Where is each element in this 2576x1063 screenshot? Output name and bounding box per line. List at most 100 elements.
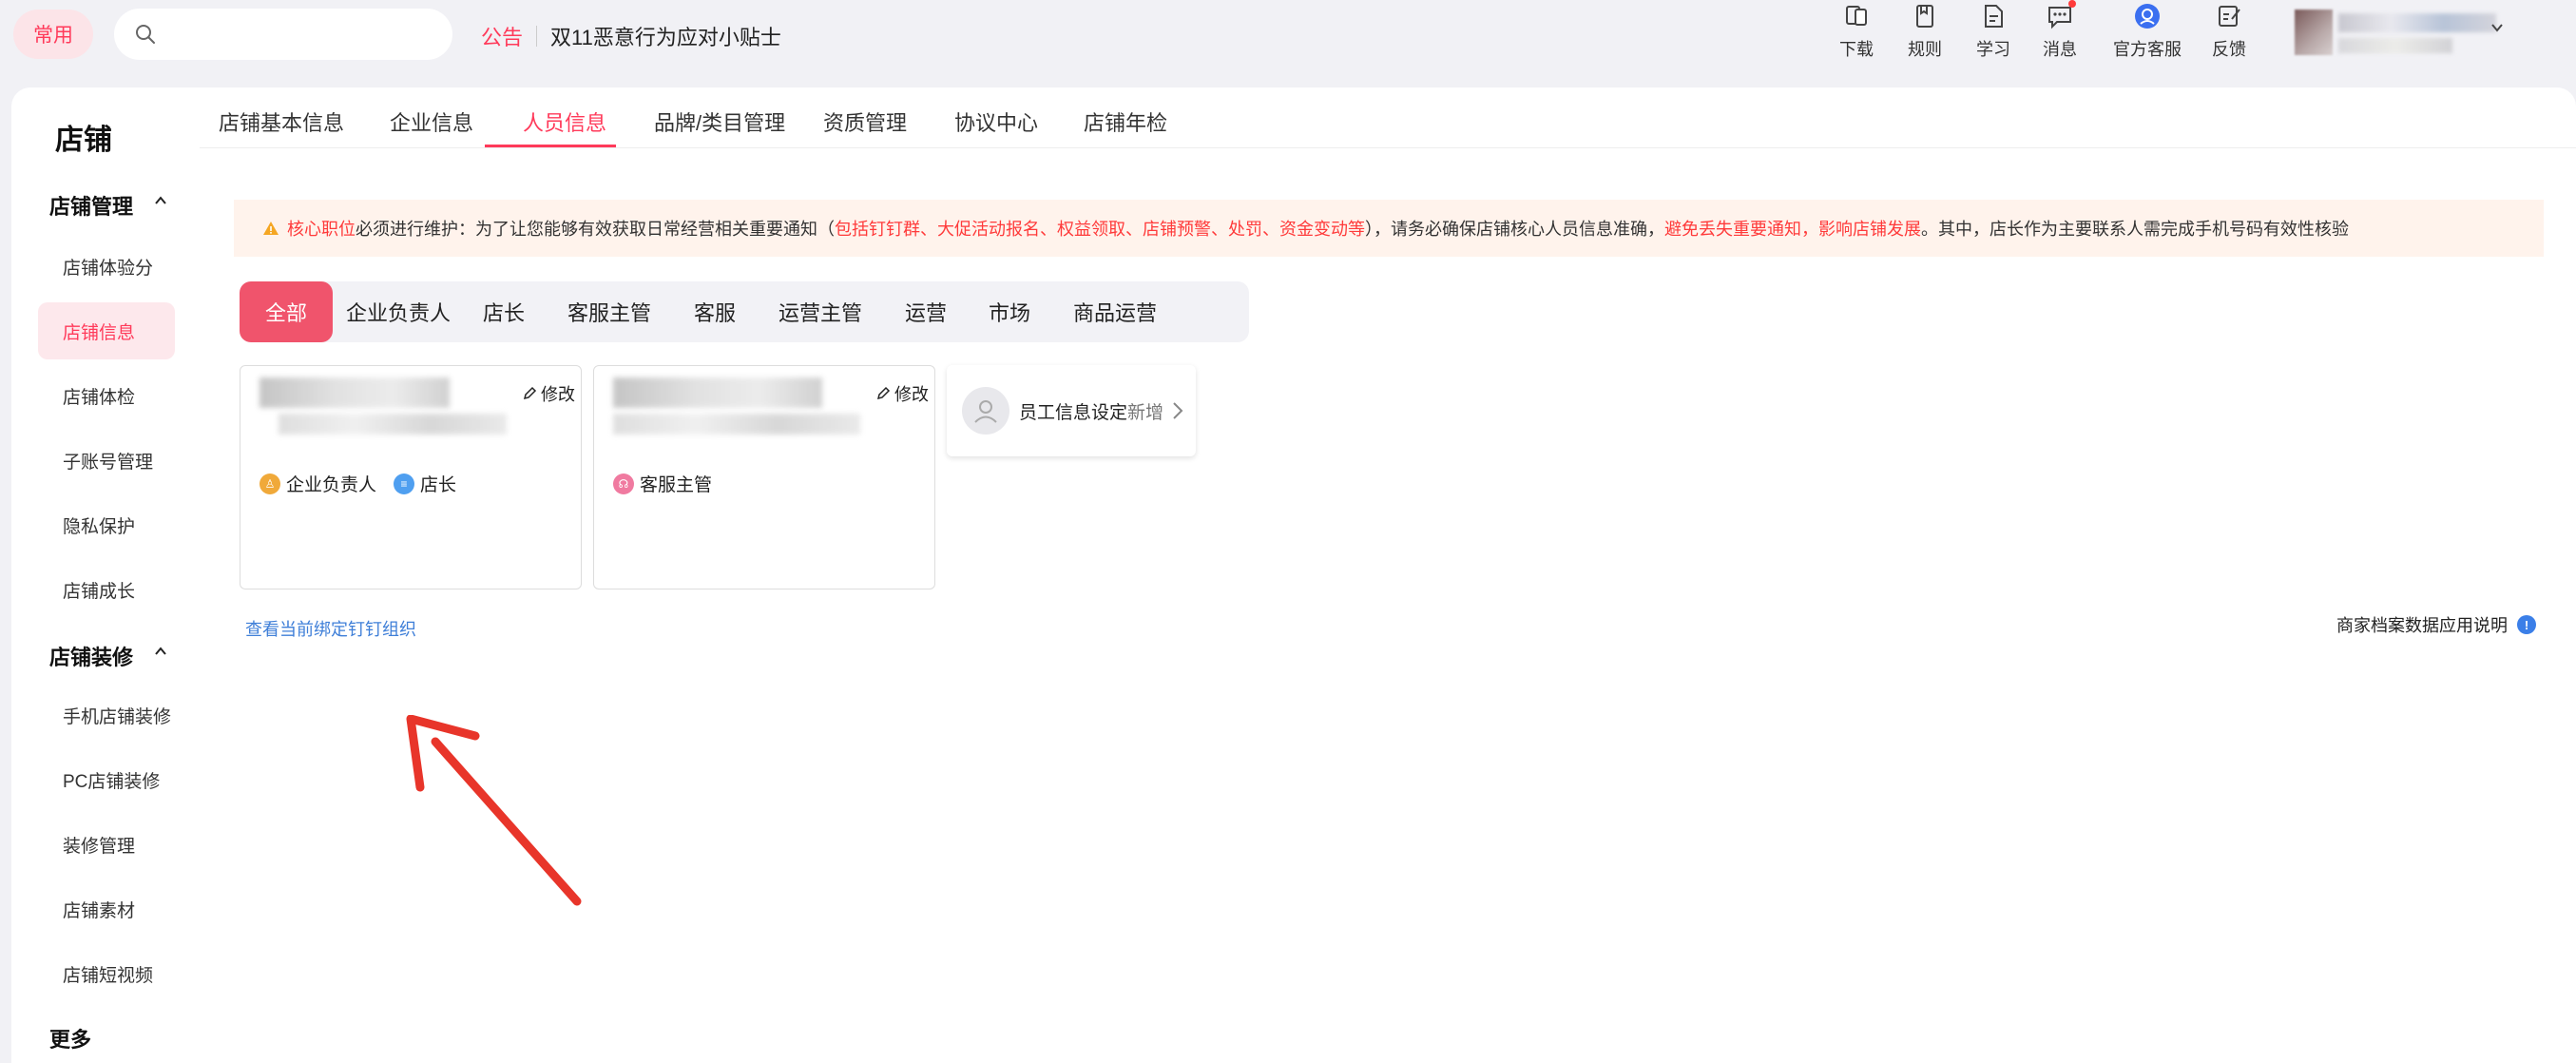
filter-product-ops[interactable]: 商品运营 (1055, 281, 1175, 342)
sidebar-item-shop-checkup[interactable]: 店铺体检 (38, 367, 175, 424)
sidebar-item-shop-info[interactable]: 店铺信息 (38, 302, 175, 359)
message-label: 消息 (2043, 40, 2077, 59)
warning-icon (263, 222, 279, 235)
message-badge (2068, 0, 2076, 8)
sidebar-item-short-video[interactable]: 店铺短视频 (38, 945, 175, 1002)
tab-agreements[interactable]: 协议中心 (954, 106, 1038, 137)
archive-data-link[interactable]: 商家档案数据应用说明 ! (2336, 612, 2536, 637)
warning-highlight-1: 包括钉钉群、大促活动报名、权益领取、店铺预警、处罚、资金变动等 (835, 220, 1365, 239)
service-label: 官方客服 (2113, 40, 2182, 59)
tab-annual-check[interactable]: 店铺年检 (1084, 106, 1167, 137)
role-label: 店长 (420, 475, 457, 495)
tab-company-info[interactable]: 企业信息 (390, 106, 473, 137)
pencil-icon (876, 386, 891, 400)
role-tag: ☊ 客服主管 (613, 471, 712, 496)
download-icon (1846, 6, 1867, 26)
chevron-up-icon[interactable] (154, 194, 167, 207)
sidebar-group-shop-management[interactable]: 店铺管理 (49, 190, 166, 221)
pencil-icon (523, 386, 537, 400)
search-input[interactable] (165, 23, 432, 46)
rules-label: 规则 (1908, 40, 1942, 59)
chevron-right-icon (1173, 402, 1183, 419)
filter-cs-supervisor[interactable]: 客服主管 (549, 281, 669, 342)
user-account[interactable] (2295, 10, 2504, 57)
warning-text-2: ），请务必确保店铺核心人员信息准确， (1365, 220, 1664, 239)
learn-button[interactable]: 学习 (1955, 0, 2031, 61)
sidebar-group-label: 店铺装修 (49, 646, 134, 669)
edit-label: 修改 (894, 385, 929, 404)
edit-button[interactable]: 修改 (522, 381, 575, 406)
staff-name-redacted (613, 377, 822, 408)
sidebar-group-decoration[interactable]: 店铺装修 (49, 641, 166, 671)
user-name-redacted (2338, 13, 2496, 32)
sidebar-item-experience-score[interactable]: 店铺体验分 (38, 238, 175, 295)
warning-banner: 核心职位 必须进行维护：为了让您能够有效获取日常经营相关重要通知（ 包括钉钉群、… (234, 200, 2544, 257)
sidebar-item-sub-accounts[interactable]: 子账号管理 (38, 432, 175, 489)
filter-operations[interactable]: 运营 (888, 281, 964, 342)
dingtalk-org-link[interactable]: 查看当前绑定钉钉组织 (245, 616, 416, 641)
filter-customer-service[interactable]: 客服 (677, 281, 753, 342)
archive-data-label: 商家档案数据应用说明 (2336, 616, 2508, 635)
sidebar-item-pc-decoration[interactable]: PC店铺装修 (38, 751, 175, 808)
tab-qualification[interactable]: 资质管理 (823, 106, 907, 137)
service-button[interactable]: 官方客服 (2109, 0, 2185, 61)
download-label: 下载 (1839, 40, 1874, 59)
filter-marketing[interactable]: 市场 (971, 281, 1048, 342)
sidebar-group-label: 更多 (49, 1028, 92, 1052)
feedback-button[interactable]: 反馈 (2191, 0, 2267, 61)
tab-basic-info[interactable]: 店铺基本信息 (219, 106, 344, 137)
download-button[interactable]: 下载 (1818, 0, 1894, 61)
sidebar-item-growth[interactable]: 店铺成长 (38, 561, 175, 618)
list-icon: ≡ (394, 473, 415, 494)
role-label: 客服主管 (640, 475, 713, 495)
sidebar-item-mobile-decoration[interactable]: 手机店铺装修 (38, 686, 175, 744)
main-panel: 店铺 店铺管理 店铺体验分 店铺信息 店铺体检 子账号管理 隐私保护 店铺成长 … (11, 87, 2576, 1063)
tab-staff-info[interactable]: 人员信息 (523, 106, 606, 137)
add-staff-label: 员工信息设定 (1019, 402, 1128, 423)
add-staff-action: 新增 (1127, 402, 1164, 423)
staff-card[interactable]: 修改 ♙ 企业负责人 ≡ 店长 (240, 365, 582, 589)
info-icon[interactable]: ! (2517, 615, 2536, 634)
filter-all[interactable]: 全部 (240, 281, 333, 342)
avatar-placeholder-icon (962, 387, 1009, 435)
avatar (2295, 10, 2333, 55)
tab-bar: 店铺基本信息 企业信息 人员信息 品牌/类目管理 资质管理 协议中心 店铺年检 (200, 87, 2576, 148)
edit-button[interactable]: 修改 (875, 381, 929, 406)
message-button[interactable]: 消息 (2022, 0, 2098, 61)
add-staff-card[interactable]: 员工信息设定 新增 (947, 365, 1196, 456)
warning-text-3: 。其中，店长作为主要联系人需完成手机号码有效性核验 (1921, 220, 2349, 239)
annotation-arrow (406, 715, 582, 906)
filter-company-owner[interactable]: 企业负责人 (338, 281, 458, 342)
rules-icon (1916, 5, 1933, 28)
search-icon (136, 25, 155, 44)
chevron-up-icon[interactable] (154, 645, 167, 658)
search-box[interactable] (114, 9, 452, 60)
feedback-icon (2219, 6, 2240, 27)
announcement-text[interactable]: 双11恶意行为应对小贴士 (550, 21, 781, 51)
role-filter-bar: 全部 企业负责人 店长 客服主管 客服 运营主管 运营 市场 商品运营 (240, 281, 1249, 342)
role-tags: ☊ 客服主管 (613, 471, 712, 496)
role-label: 企业负责人 (286, 475, 377, 495)
sidebar-item-materials[interactable]: 店铺素材 (38, 880, 175, 937)
chevron-down-icon[interactable] (2490, 21, 2504, 34)
announcement-tag: 公告 (481, 26, 524, 49)
rules-button[interactable]: 规则 (1887, 0, 1963, 61)
learn-icon (1985, 5, 2003, 28)
sidebar-item-decoration-management[interactable]: 装修管理 (38, 816, 175, 873)
feedback-label: 反馈 (2212, 40, 2246, 59)
filter-shop-manager[interactable]: 店长 (466, 281, 542, 342)
role-tag: ♙ 企业负责人 (260, 471, 376, 496)
headset-icon: ☊ (613, 473, 634, 494)
announcement[interactable]: 公告 双11恶意行为应对小贴士 (481, 21, 781, 51)
learn-label: 学习 (1976, 40, 2010, 59)
tab-active-indicator (485, 145, 616, 147)
sidebar-group-more[interactable]: 更多 (49, 1023, 91, 1053)
sidebar-item-privacy[interactable]: 隐私保护 (38, 496, 175, 553)
common-button[interactable]: 常用 (13, 10, 93, 59)
person-icon: ♙ (260, 473, 280, 494)
sidebar-group-label: 店铺管理 (49, 195, 134, 219)
tab-brand-category[interactable]: 品牌/类目管理 (654, 106, 785, 137)
staff-card[interactable]: 修改 ☊ 客服主管 (593, 365, 935, 589)
staff-account-redacted (279, 414, 507, 435)
filter-ops-supervisor[interactable]: 运营主管 (760, 281, 880, 342)
